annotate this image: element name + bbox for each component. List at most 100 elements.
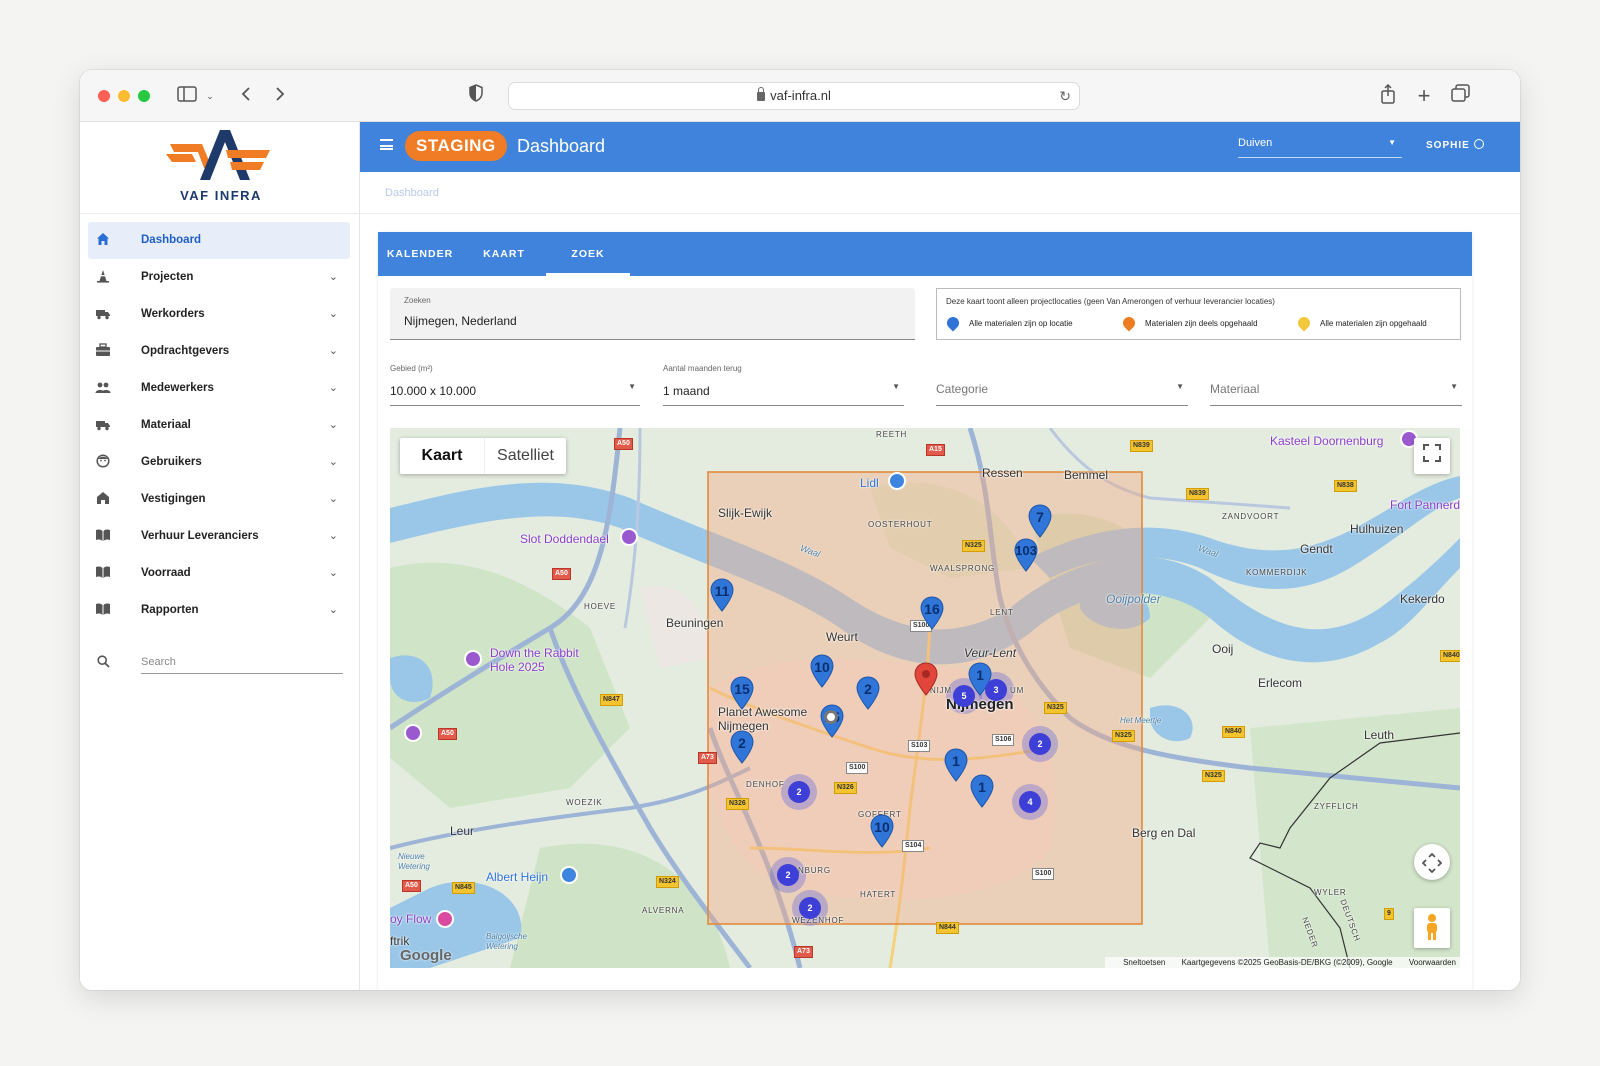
marker-pin[interactable]: 10 <box>870 814 894 848</box>
sidebar-item-vestigingen[interactable]: Vestigingen ⌄ <box>88 481 350 518</box>
sidebar-item-projecten[interactable]: Projecten ⌄ <box>88 259 350 296</box>
area-select[interactable]: Gebied (m²) 10.000 x 10.000 ▼ <box>390 360 640 406</box>
sidebar-search: Search <box>88 642 350 682</box>
street-view-button[interactable] <box>1414 908 1450 948</box>
map-type-toggle: Kaart Satelliet <box>400 438 566 474</box>
marker-pin[interactable]: 2 <box>856 676 880 710</box>
shop-poi-icon[interactable] <box>560 866 578 884</box>
minimize-window-button[interactable] <box>118 90 130 102</box>
place-label: Berg en Dal <box>1132 826 1196 840</box>
location-pin-icon[interactable] <box>914 662 938 696</box>
fullscreen-button[interactable] <box>1414 438 1450 474</box>
caret-down-icon: ▼ <box>628 382 636 391</box>
tabs-overview-icon[interactable] <box>1450 84 1472 108</box>
festival-poi-icon[interactable] <box>464 650 482 668</box>
marker-pin[interactable]: 2 <box>730 730 754 764</box>
marker-pin[interactable]: 103 <box>1014 538 1038 572</box>
poi-icon[interactable] <box>404 724 422 742</box>
road-badge: A73 <box>698 752 717 764</box>
place-label: ZYFFLICH <box>1314 802 1359 811</box>
marker-cluster[interactable]: 5 <box>953 685 975 707</box>
breadcrumb[interactable]: Dashboard <box>385 172 439 214</box>
poi-marker-icon[interactable] <box>824 710 838 724</box>
marker-cluster[interactable]: 2 <box>777 864 799 886</box>
marker-pin[interactable]: 1 <box>944 748 968 782</box>
map-pan-control[interactable] <box>1414 844 1450 880</box>
sidebar-item-rapporten[interactable]: Rapporten ⌄ <box>88 592 350 629</box>
breadcrumb-bar: Dashboard <box>360 172 1520 214</box>
search-input[interactable]: Search <box>141 650 343 674</box>
place-label: WYLER <box>1314 888 1347 897</box>
marker-cluster[interactable]: 4 <box>1019 791 1041 813</box>
place-label: KOMMERDIJK <box>1246 568 1308 577</box>
address-bar[interactable]: vaf-infra.nl ↻ <box>508 82 1080 110</box>
sidebar-item-materiaal[interactable]: Materiaal ⌄ <box>88 407 350 444</box>
sidebar-item-medewerkers[interactable]: Medewerkers ⌄ <box>88 370 350 407</box>
chevron-down-icon[interactable]: ⌄ <box>204 84 216 108</box>
legend-item-on-location: Alle materialen zijn op locatie <box>944 314 1073 332</box>
tab-kalender[interactable]: KALENDER <box>378 232 462 276</box>
sidebar-item-verhuur-leveranciers[interactable]: Verhuur Leveranciers ⌄ <box>88 518 350 555</box>
pan-arrows-icon <box>1421 852 1443 874</box>
maximize-window-button[interactable] <box>138 90 150 102</box>
forward-icon[interactable] <box>270 84 290 108</box>
road-badge: N326 <box>834 782 857 794</box>
marker-pin[interactable]: 1 <box>970 774 994 808</box>
place-label: Leur <box>450 824 475 838</box>
map-type-map-button[interactable]: Kaart <box>400 438 484 474</box>
poi-label: oy Flow <box>390 912 432 926</box>
marker-pin[interactable]: 10 <box>810 654 834 688</box>
user-menu[interactable]: SOPHIE <box>1426 122 1484 170</box>
shield-icon[interactable] <box>466 84 486 108</box>
sidebar-item-opdrachtgevers[interactable]: Opdrachtgevers ⌄ <box>88 333 350 370</box>
back-icon[interactable] <box>236 84 256 108</box>
marker-pin[interactable]: 11 <box>710 578 734 612</box>
sidebar-item-label: Verhuur Leveranciers <box>141 530 259 542</box>
map-view[interactable]: Slijk-Ewijk OOSTERHOUT Ressen Bemmel REE… <box>390 428 1460 968</box>
marker-cluster[interactable]: 2 <box>799 897 821 919</box>
sidebar-toggle-icon[interactable] <box>176 84 198 108</box>
sidebar-item-gebruikers[interactable]: Gebruikers ⌄ <box>88 444 350 481</box>
road-badge: A73 <box>794 946 813 958</box>
caret-down-icon: ▼ <box>892 382 900 391</box>
map-data-text: Kaartgegevens ©2025 GeoBasis-DE/BKG (©20… <box>1181 958 1393 967</box>
reload-icon[interactable]: ↻ <box>1059 83 1071 109</box>
road-badge: N324 <box>656 876 679 888</box>
sidebar-item-dashboard[interactable]: Dashboard <box>88 222 350 259</box>
sidebar-item-werkorders[interactable]: Werkorders ⌄ <box>88 296 350 333</box>
months-select[interactable]: Aantal maanden terug 1 maand ▼ <box>663 360 904 406</box>
marker-cluster[interactable]: 3 <box>985 679 1007 701</box>
place-label: WAALSPRONG <box>930 564 996 573</box>
main-content: STAGING Dashboard Duiven ▼ SOPHIE Dashbo… <box>360 122 1520 990</box>
material-select[interactable]: Materiaal ▼ <box>1210 360 1462 406</box>
marker-cluster[interactable]: 2 <box>788 781 810 803</box>
share-icon[interactable] <box>1378 83 1398 108</box>
marker-pin[interactable]: 15 <box>730 676 754 710</box>
marker-pin[interactable]: 7 <box>1028 504 1052 538</box>
poi-icon[interactable] <box>436 910 454 928</box>
terms-link[interactable]: Voorwaarden <box>1409 958 1456 967</box>
people-icon <box>94 380 112 398</box>
marker-cluster[interactable]: 2 <box>1029 733 1051 755</box>
cluster-count: 3 <box>993 685 999 695</box>
marker-count: 103 <box>1015 543 1037 558</box>
map-type-satellite-button[interactable]: Satelliet <box>484 438 566 474</box>
sidebar-item-voorraad[interactable]: Voorraad ⌄ <box>88 555 350 592</box>
shop-poi-icon[interactable] <box>888 472 906 490</box>
tab-zoek[interactable]: ZOEK <box>546 232 630 276</box>
castle-poi-icon[interactable] <box>620 528 638 546</box>
keyboard-shortcuts-link[interactable]: Sneltoetsen <box>1123 958 1165 967</box>
tab-bar: KALENDER KAART ZOEK <box>378 232 1472 276</box>
category-select[interactable]: Categorie ▼ <box>936 360 1188 406</box>
marker-pin[interactable]: 16 <box>920 596 944 630</box>
location-search-field[interactable]: Zoeken Nijmegen, Nederland <box>390 288 915 340</box>
chevron-down-icon: ⌄ <box>328 567 338 579</box>
branch-select[interactable]: Duiven ▼ <box>1238 132 1402 158</box>
menu-icon[interactable] <box>380 139 393 150</box>
close-window-button[interactable] <box>98 90 110 102</box>
new-tab-icon[interactable]: + <box>1414 84 1434 108</box>
tab-kaart[interactable]: KAART <box>462 232 546 276</box>
place-label: Gendt <box>1300 542 1333 556</box>
marker-count: 11 <box>714 583 730 599</box>
logo[interactable]: VAF INFRA <box>80 122 360 214</box>
